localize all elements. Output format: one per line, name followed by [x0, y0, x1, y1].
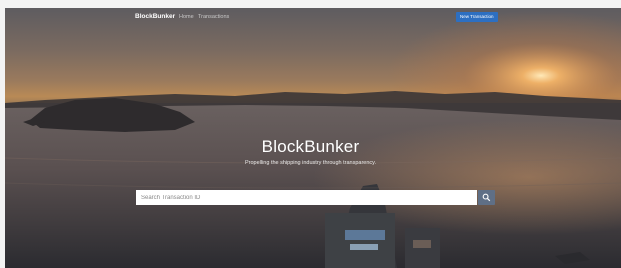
new-transaction-button[interactable]: New Transaction — [456, 12, 498, 22]
search-button[interactable] — [478, 190, 495, 205]
hero-title: BlockBunker — [261, 137, 360, 156]
navbar-brand[interactable]: BlockBunker — [135, 13, 175, 20]
nav-link-home[interactable]: Home — [179, 14, 194, 20]
search-icon — [482, 193, 491, 202]
hero-subtitle: Propelling the shipping industry through… — [244, 160, 377, 166]
top-navbar: BlockBunker Home Transactions New Transa… — [5, 8, 621, 26]
nav-link-transactions[interactable]: Transactions — [198, 14, 229, 20]
search-transaction-input[interactable] — [136, 190, 477, 205]
